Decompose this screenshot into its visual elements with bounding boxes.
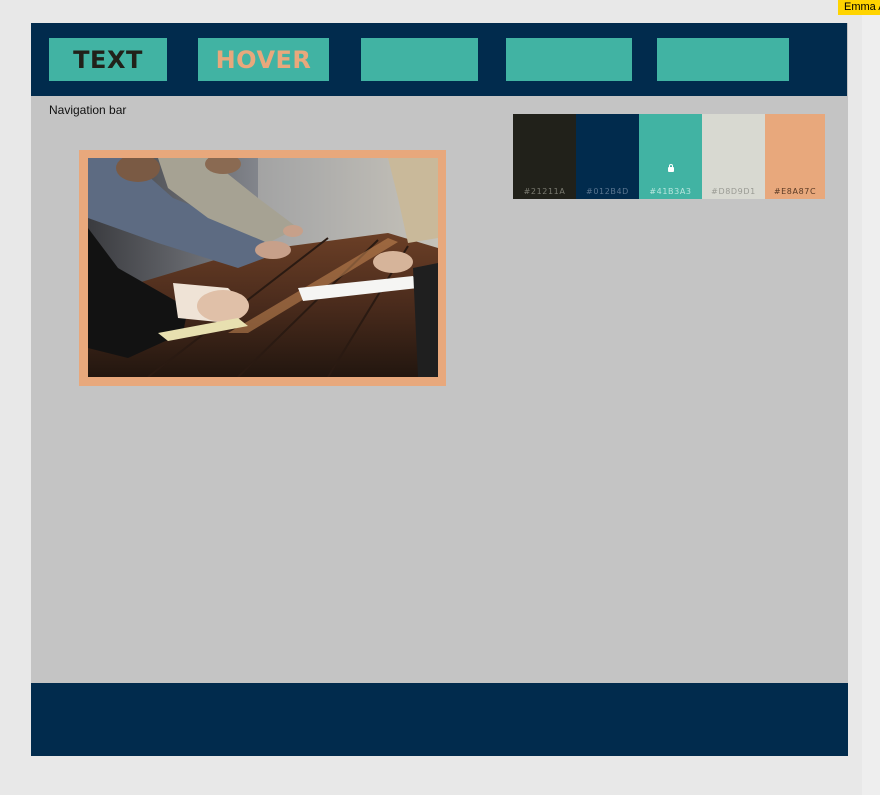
swatch-3-hex: #41B3A3 bbox=[649, 187, 692, 196]
nav-button-text[interactable]: TEXT bbox=[49, 38, 167, 81]
swatch-2-hex: #012B4D bbox=[586, 187, 629, 196]
hero-image-frame[interactable] bbox=[79, 150, 446, 386]
meeting-photo bbox=[88, 158, 438, 377]
color-palette: #21211A #012B4D #41B3A3 #D8D9D1 #E8A87C bbox=[513, 114, 825, 199]
navigation-bar-caption: Navigation bar bbox=[49, 103, 127, 117]
swatch-4-hex: #D8D9D1 bbox=[711, 187, 756, 196]
navigation-bar: TEXT HOVER bbox=[31, 23, 847, 96]
swatch-1-hex: #21211A bbox=[523, 187, 566, 196]
footer-bar bbox=[31, 683, 848, 756]
nav-button-5[interactable] bbox=[657, 38, 789, 81]
nav-button-3[interactable] bbox=[361, 38, 478, 81]
nav-button-4[interactable] bbox=[506, 38, 632, 81]
collaborator-tag: Emma A bbox=[838, 0, 880, 15]
swatch-5[interactable]: #E8A87C bbox=[765, 114, 825, 199]
swatch-5-hex: #E8A87C bbox=[773, 187, 817, 196]
swatch-4[interactable]: #D8D9D1 bbox=[702, 114, 765, 199]
swatch-2[interactable]: #012B4D bbox=[576, 114, 639, 199]
swatch-1[interactable]: #21211A bbox=[513, 114, 576, 199]
meeting-photo-illustration bbox=[88, 158, 438, 377]
swatch-3[interactable]: #41B3A3 bbox=[639, 114, 702, 199]
website-frame[interactable]: TEXT HOVER Navigation bar #21211A #012B4… bbox=[31, 23, 848, 756]
canvas-scroll-strip[interactable] bbox=[862, 0, 880, 795]
nav-button-hover[interactable]: HOVER bbox=[198, 38, 329, 81]
lock-icon bbox=[667, 164, 674, 172]
